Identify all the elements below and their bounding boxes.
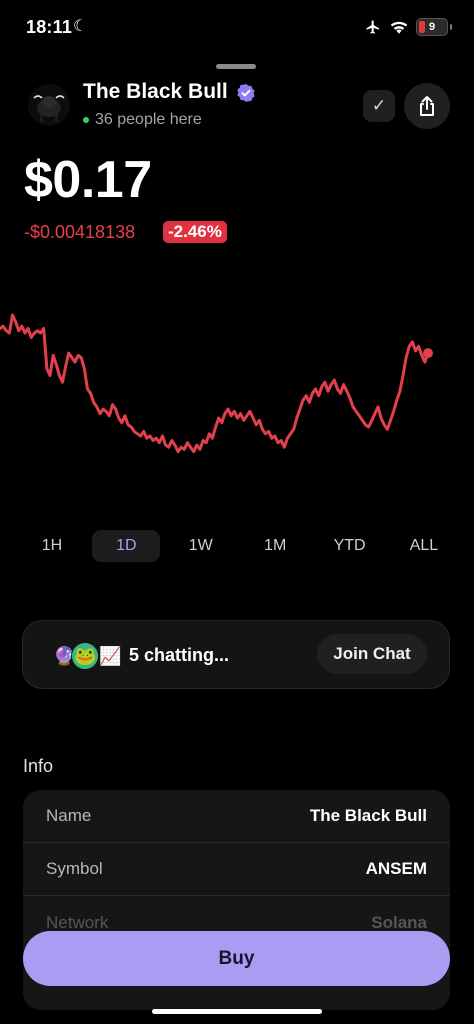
info-key: Name — [46, 806, 92, 825]
checkmark-icon: ✓ — [371, 96, 387, 115]
battery-icon: 9 — [416, 18, 448, 36]
token-name: The Black Bull — [83, 80, 228, 103]
status-time: 18:11 — [26, 17, 73, 37]
airplane-icon — [366, 20, 379, 34]
people-count: 36 people here — [83, 111, 202, 129]
time-range-selector: 1H 1D 1W 1M YTD ALL — [18, 530, 458, 562]
info-key: Network — [46, 912, 109, 932]
status-icons: 9 — [364, 18, 452, 36]
info-key: Symbol — [46, 859, 103, 878]
bull-icon — [28, 84, 70, 126]
token-avatar — [28, 84, 70, 126]
wifi-icon — [390, 21, 408, 34]
range-tab-1w[interactable]: 1W — [167, 530, 235, 562]
info-value: Solana — [371, 912, 427, 932]
online-dot — [83, 117, 89, 123]
price-change-amount: -$0.00418138 — [24, 222, 136, 242]
range-tab-all[interactable]: ALL — [390, 530, 458, 562]
price-chart[interactable] — [0, 260, 474, 500]
chart-increasing-icon: 📈 — [99, 645, 122, 666]
chart-line — [0, 313, 430, 454]
sheet-grabber[interactable] — [216, 64, 256, 69]
chart-current-point — [423, 348, 433, 359]
range-tab-1d[interactable]: 1D — [92, 530, 161, 562]
share-button[interactable] — [404, 83, 450, 129]
share-icon — [420, 96, 434, 116]
check-button[interactable]: ✓ — [363, 90, 395, 122]
range-tab-ytd[interactable]: YTD — [316, 530, 384, 562]
info-row-name: Name The Black Bull — [23, 790, 450, 843]
chat-card[interactable]: 🔮 🐸 📈 5 chatting... Join Chat — [22, 620, 450, 689]
info-heading: Info — [23, 756, 54, 776]
people-label: 36 people here — [95, 111, 202, 128]
user-avatar-icon: 🐸 — [71, 642, 100, 670]
verified-badge-icon — [237, 84, 255, 102]
chat-avatars: 🔮 🐸 📈 — [53, 642, 122, 670]
price-value: $0.17 — [24, 151, 152, 209]
join-chat-button[interactable]: Join Chat — [317, 634, 427, 674]
buy-button[interactable]: Buy — [23, 931, 450, 986]
info-row-symbol: Symbol ANSEM — [23, 843, 450, 896]
chatting-count: 5 chatting... — [129, 645, 230, 665]
home-indicator[interactable] — [152, 1009, 322, 1014]
moon-icon: ☾ — [73, 18, 88, 35]
range-tab-1h[interactable]: 1H — [18, 530, 86, 562]
info-value: ANSEM — [365, 859, 427, 878]
battery-level: 9 — [428, 21, 436, 33]
info-value: The Black Bull — [309, 806, 427, 825]
range-tab-1m[interactable]: 1M — [241, 530, 309, 562]
price-change-percent: -2.46% — [163, 221, 227, 243]
